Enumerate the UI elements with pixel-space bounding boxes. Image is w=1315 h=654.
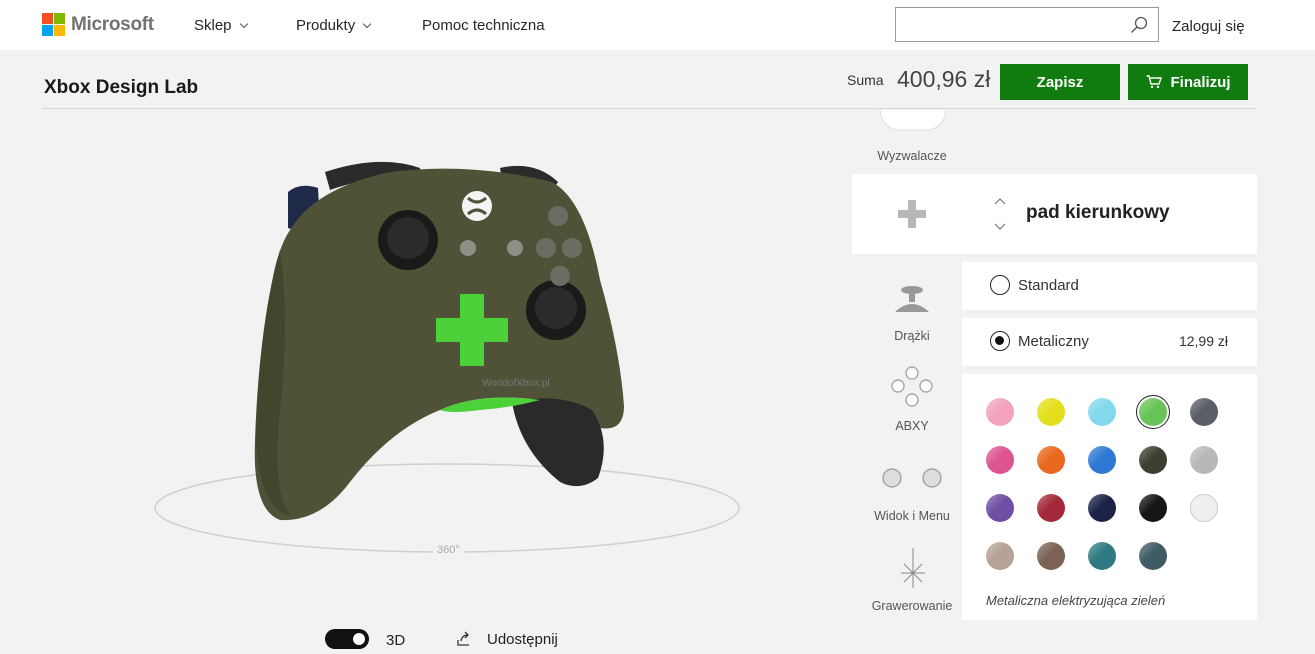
color-swatch[interactable]	[1190, 398, 1218, 426]
controller-grip	[512, 398, 604, 487]
a-button	[550, 266, 570, 286]
y-button	[548, 206, 568, 226]
brand-name: Microsoft	[71, 13, 154, 35]
radio-metallic[interactable]	[990, 331, 1010, 351]
color-swatch[interactable]	[986, 446, 1014, 474]
color-swatch[interactable]	[986, 542, 1014, 570]
engraving-icon[interactable]	[900, 548, 926, 588]
checkout-button[interactable]: Finalizuj	[1128, 64, 1248, 100]
part-triggers-label[interactable]: Wyzwalacze	[857, 149, 967, 163]
option-standard[interactable]: Standard	[962, 262, 1257, 310]
watermark-text: WorldofXbox.pl	[482, 378, 550, 389]
color-swatch[interactable]	[1037, 542, 1065, 570]
color-swatch[interactable]	[1190, 494, 1218, 522]
share-link[interactable]: Udostępnij	[487, 631, 558, 648]
divider	[42, 108, 1257, 109]
save-button-label: Zapisz	[1036, 73, 1084, 91]
part-abxy-label[interactable]: ABXY	[857, 419, 967, 433]
color-swatch[interactable]	[1139, 398, 1167, 426]
color-swatch[interactable]	[1139, 494, 1167, 522]
thumbstick-icon[interactable]	[893, 284, 931, 314]
option-label: Metaliczny	[1018, 333, 1089, 350]
toggle-knob	[353, 633, 365, 645]
color-swatch[interactable]	[986, 398, 1014, 426]
section-title: pad kierunkowy	[1026, 202, 1170, 223]
top-nav: Microsoft Sklep Produkty Pomoc techniczn…	[0, 0, 1315, 50]
sign-in-link[interactable]: Zaloguj się	[1172, 18, 1245, 35]
chevron-down-icon	[994, 223, 1006, 230]
search-icon[interactable]	[1130, 16, 1148, 34]
color-swatch[interactable]	[1088, 446, 1116, 474]
menu-button	[507, 240, 523, 256]
total-label: Suma	[847, 72, 884, 88]
rotation-ring[interactable]	[154, 463, 740, 553]
page-title: Xbox Design Lab	[44, 77, 199, 98]
3d-label: 3D	[386, 632, 406, 649]
dpad-icon	[898, 200, 926, 228]
chevron-down-icon	[239, 19, 248, 28]
nav-item-label: Sklep	[194, 17, 232, 34]
abxy-icon[interactable]	[890, 366, 934, 408]
color-swatch[interactable]	[986, 494, 1014, 522]
color-swatch[interactable]	[1037, 398, 1065, 426]
xbox-button	[462, 191, 492, 221]
search-input[interactable]	[895, 7, 1159, 42]
color-swatch[interactable]	[1037, 494, 1065, 522]
rotate-360-label: 360°	[433, 544, 464, 556]
nav-item-support[interactable]: Pomoc techniczna	[422, 17, 545, 34]
color-swatch[interactable]	[1139, 446, 1167, 474]
view-button	[460, 240, 476, 256]
prev-next-chevrons[interactable]	[994, 194, 1006, 234]
option-price: 12,99 zł	[1178, 333, 1228, 349]
save-button[interactable]: Zapisz	[1000, 64, 1120, 100]
chevron-down-icon	[362, 19, 372, 28]
share-icon[interactable]	[456, 631, 472, 647]
view-menu-icon[interactable]	[881, 467, 943, 489]
color-swatch[interactable]	[1088, 542, 1116, 570]
selected-color-name: Metaliczna elektryzująca zieleń	[986, 593, 1166, 608]
cart-icon	[1146, 75, 1162, 89]
part-engraving-label[interactable]: Grawerowanie	[857, 599, 967, 613]
color-swatch[interactable]	[1037, 446, 1065, 474]
color-swatch[interactable]	[1088, 494, 1116, 522]
trigger-icon[interactable]	[878, 110, 948, 132]
3d-toggle[interactable]	[325, 629, 369, 649]
color-swatch[interactable]	[1139, 542, 1167, 570]
nav-item-label: Produkty	[296, 17, 356, 34]
nav-item-label: Pomoc techniczna	[422, 17, 545, 34]
color-swatch[interactable]	[1088, 398, 1116, 426]
color-swatch-panel: Metaliczna elektryzująca zieleń	[962, 374, 1257, 620]
color-swatch[interactable]	[1190, 446, 1218, 474]
nav-item-products[interactable]: Produkty	[296, 17, 372, 34]
total-price: 400,96 zł	[897, 66, 991, 92]
section-header: pad kierunkowy	[852, 174, 1257, 254]
part-view-menu-label[interactable]: Widok i Menu	[857, 509, 967, 523]
x-button	[536, 238, 556, 258]
part-sticks-label[interactable]: Drążki	[857, 329, 967, 343]
option-metallic[interactable]: Metaliczny 12,99 zł	[962, 318, 1257, 366]
microsoft-logo[interactable]: Microsoft	[42, 13, 154, 36]
checkout-button-label: Finalizuj	[1170, 73, 1231, 91]
microsoft-logo-icon	[42, 13, 65, 36]
chevron-up-icon	[994, 198, 1006, 205]
nav-item-shop[interactable]: Sklep	[194, 17, 248, 34]
radio-standard[interactable]	[990, 275, 1010, 295]
b-button	[562, 238, 582, 258]
option-label: Standard	[1018, 277, 1079, 294]
controller-preview[interactable]: WorldofXbox.pl	[140, 110, 760, 570]
